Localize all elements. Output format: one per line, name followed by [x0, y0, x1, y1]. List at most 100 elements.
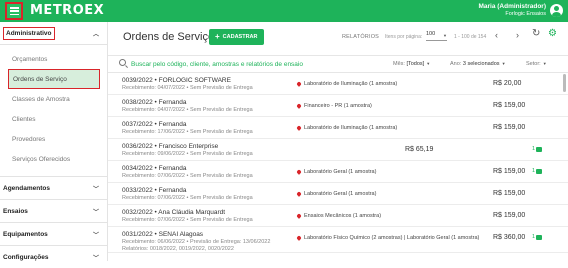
table-row[interactable]: 0038/2022 • Fernanda Recebimento: 04/07/… — [108, 95, 568, 117]
order-list: 0039/2022 • FORLOGIC SOFTWARE Recebiment… — [108, 73, 568, 261]
table-row[interactable]: 0032/2022 • Ana Cláudia Marquardt Recebi… — [108, 205, 568, 227]
comment-count: 1 — [532, 234, 536, 240]
top-bar: METROEX Maria (Administrador) Forlogic E… — [0, 0, 568, 22]
order-dates: Recebimento: 04/07/2022 • Sem Previsão d… — [122, 85, 253, 91]
table-row[interactable]: 0039/2022 • FORLOGIC SOFTWARE Recebiment… — [108, 73, 568, 95]
sector-filter-label: Setor: — [526, 61, 541, 67]
menu-button[interactable] — [5, 2, 23, 20]
search-bar: Mês: [Todos]▼ Ano: 3 selecionados▼ Setor… — [108, 55, 568, 73]
order-lab: Laboratório Geral (1 amostra) — [296, 191, 377, 197]
table-row[interactable]: 0037/2022 • Fernanda Recebimento: 17/06/… — [108, 117, 568, 139]
pagination-range: 1 - 100 de 154 — [454, 34, 487, 40]
sidebar-section-label: Equipamentos — [3, 230, 48, 238]
sidebar-section-label: Configurações — [3, 253, 49, 261]
order-price: R$ 20,00 — [493, 80, 522, 87]
add-button[interactable]: + CADASTRAR — [209, 29, 264, 45]
sidebar-section-equipamentos[interactable]: Equipamentos ﹀ — [0, 223, 107, 245]
order-lab: Ensaios Mecânicos (1 amostra) — [296, 213, 381, 219]
month-filter-label: Mês: — [393, 61, 405, 67]
table-row[interactable]: 0031/2022 • SENAI Alagoas Recebimento: 0… — [108, 227, 568, 253]
comment-badge[interactable]: 1 — [532, 146, 543, 152]
chevron-up-icon: ︿ — [92, 32, 99, 38]
order-code: 0034/2022 • Fernanda — [122, 165, 187, 172]
scrollbar[interactable] — [563, 74, 566, 92]
table-row[interactable]: 0036/2022 • Francisco Enterprise Recebim… — [108, 139, 568, 161]
sidebar-item-provedores[interactable]: Provedores — [0, 129, 107, 149]
avatar[interactable] — [550, 4, 563, 17]
location-pin-icon — [296, 125, 302, 131]
month-filter-value: [Todos] — [406, 61, 425, 67]
order-price: R$ 159,00 — [493, 124, 526, 131]
app-logo: METROEX — [30, 3, 105, 18]
user-info[interactable]: Maria (Administrador) Forlogic Ensaios — [478, 3, 546, 18]
caret-down-icon: ▼ — [501, 61, 506, 66]
prev-page-icon[interactable]: ‹ — [495, 30, 498, 40]
order-price: R$ 65,19 — [405, 146, 434, 153]
order-code: 0039/2022 • FORLOGIC SOFTWARE — [122, 77, 231, 84]
sidebar-section-ensaios[interactable]: Ensaios ﹀ — [0, 200, 107, 222]
comment-count: 1 — [532, 146, 536, 152]
refresh-icon[interactable]: ↻ — [532, 28, 540, 39]
caret-down-icon: ▼ — [443, 33, 447, 38]
sector-filter[interactable]: Setor: ▼ — [526, 61, 547, 67]
order-lab: Laboratório Geral (1 amostra) — [296, 169, 377, 175]
location-pin-icon — [296, 235, 302, 241]
search-input[interactable] — [131, 58, 371, 71]
sidebar-section-agendamentos[interactable]: Agendamentos ﹀ — [0, 177, 107, 199]
order-lab: Laboratório de Iluminação (1 amostra) — [296, 125, 398, 131]
sidebar-section-label: Agendamentos — [3, 184, 50, 192]
order-dates: Recebimento: 07/06/2022 • Sem Previsão d… — [122, 195, 253, 201]
order-lab: Laboratório Físico Químico (2 amostras) … — [296, 235, 479, 241]
order-dates: Recebimento: 06/06/2022 • Previsão de En… — [122, 239, 271, 245]
table-row[interactable]: 0034/2022 • Fernanda Recebimento: 07/06/… — [108, 161, 568, 183]
comment-badge[interactable]: 1 — [532, 168, 543, 174]
order-code: 0033/2022 • Fernanda — [122, 187, 187, 194]
sidebar-item-ordens-de-servico[interactable]: Ordens de Serviço — [8, 69, 100, 89]
year-filter-value: 3 selecionados — [462, 61, 500, 67]
per-page-select[interactable]: 100 ▼ — [426, 31, 447, 41]
sidebar-item-clientes[interactable]: Clientes — [0, 109, 107, 129]
lab-text: Laboratório de Iluminação (1 amostra) — [304, 125, 398, 131]
lab-text: Laboratório Geral (1 amostra) — [304, 191, 377, 197]
location-pin-icon — [296, 169, 302, 175]
order-code: 0037/2022 • Fernanda — [122, 121, 187, 128]
chat-icon — [536, 234, 543, 240]
chevron-down-icon: ﹀ — [92, 233, 99, 239]
order-lab: Laboratório de Iluminação (1 amostra) — [296, 81, 398, 87]
search-icon — [119, 59, 126, 66]
year-filter[interactable]: Ano: 3 selecionados ▼ — [450, 61, 506, 67]
order-price: R$ 159,00 — [493, 190, 526, 197]
user-company: Forlogic Ensaios — [505, 11, 546, 17]
month-filter[interactable]: Mês: [Todos] ▼ — [393, 61, 430, 67]
sidebar-section-label: Administrativo — [3, 26, 55, 40]
lab-text: Laboratório Geral (1 amostra) — [304, 169, 377, 175]
sidebar-item-orcamentos[interactable]: Orçamentos — [0, 49, 107, 69]
order-dates: Recebimento: 04/07/2022 • Sem Previsão d… — [122, 107, 253, 113]
order-lab: Financeiro - PR (1 amostra) — [296, 103, 372, 109]
sidebar-section-administrativo[interactable]: Administrativo ︿ — [0, 22, 107, 44]
sidebar-section-configuracoes[interactable]: Configurações ﹀ — [0, 246, 107, 268]
caret-down-icon: ▼ — [426, 61, 431, 66]
reports-link[interactable]: RELATÓRIOS — [342, 34, 379, 40]
add-button-label: CADASTRAR — [222, 34, 258, 40]
page-title: Ordens de Serviço — [123, 31, 215, 43]
order-dates: Recebimento: 07/06/2022 • Sem Previsão d… — [122, 217, 253, 223]
per-page-label: Itens por página: — [385, 34, 423, 40]
comment-badge[interactable]: 1 — [532, 234, 543, 240]
chevron-down-icon: ﹀ — [92, 210, 99, 216]
order-code: 0031/2022 • SENAI Alagoas — [122, 231, 204, 238]
order-price: R$ 159,00 — [493, 102, 526, 109]
comment-count: 1 — [532, 168, 536, 174]
hamburger-icon — [9, 7, 19, 15]
order-code: 0036/2022 • Francisco Enterprise — [122, 143, 219, 150]
per-page-value: 100 — [426, 31, 436, 37]
order-dates: Recebimento: 17/06/2022 • Sem Previsão d… — [122, 129, 253, 135]
sidebar-item-servicos-oferecidos[interactable]: Serviços Oferecidos — [0, 149, 107, 169]
table-row[interactable]: 0033/2022 • Fernanda Recebimento: 07/06/… — [108, 183, 568, 205]
plus-icon: + — [215, 32, 220, 41]
order-price: R$ 159,00 — [493, 168, 526, 175]
sidebar-item-classes-de-amostra[interactable]: Classes de Amostra — [0, 89, 107, 109]
next-page-icon[interactable]: › — [516, 30, 519, 40]
lab-text: Laboratório de Iluminação (1 amostra) — [304, 81, 398, 87]
settings-icon[interactable]: ⚙ — [548, 28, 557, 39]
